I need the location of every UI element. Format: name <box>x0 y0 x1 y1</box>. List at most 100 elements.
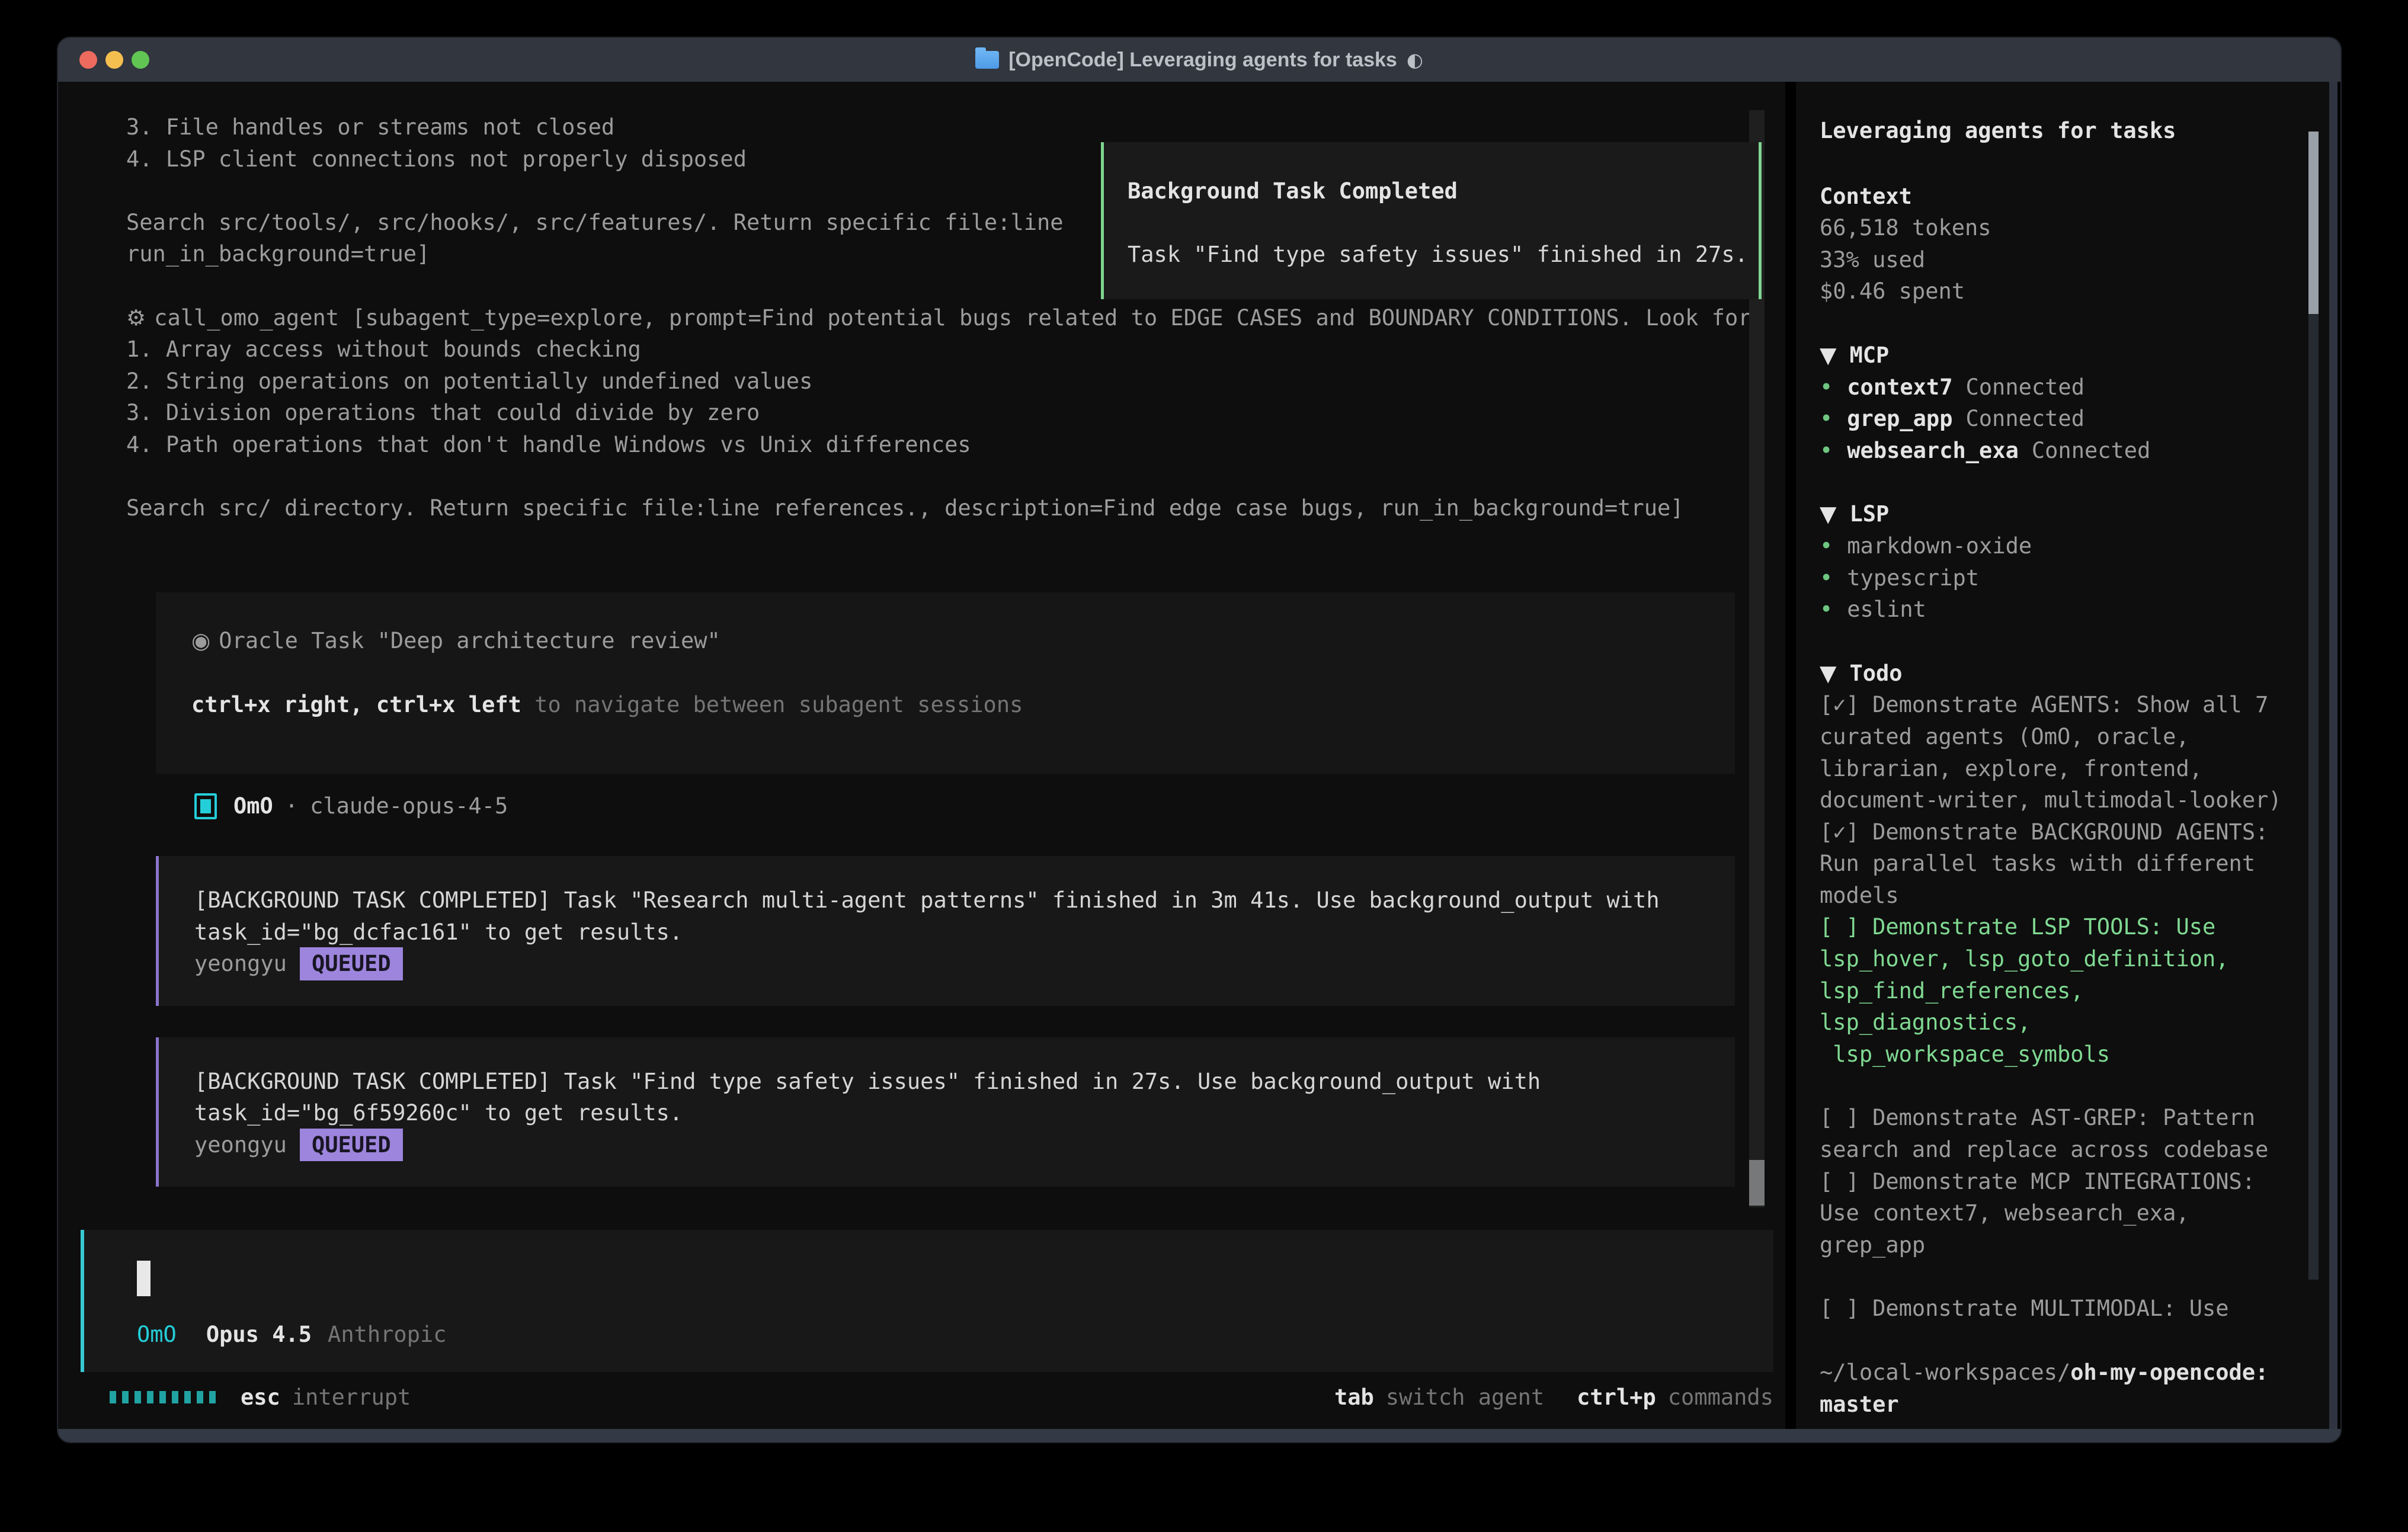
separator-dot: · <box>285 790 298 822</box>
commands-label: commands <box>1668 1384 1773 1410</box>
status-dot-icon: • <box>1820 374 1833 400</box>
oracle-shortcut-line: ctrl+x right, ctrl+x left to navigate be… <box>191 689 1735 721</box>
zoom-button[interactable] <box>132 51 149 69</box>
window-title: [OpenCode] Leveraging agents for tasks ◐ <box>975 49 1423 72</box>
mcp-item: • websearch_exa Connected <box>1820 435 2308 467</box>
esc-key-label: interrupt <box>292 1384 411 1410</box>
message-line: task_id="bg_6f59260c" to get results. <box>194 1097 1735 1129</box>
half-moon-icon: ◐ <box>1407 49 1423 71</box>
todo-item: [ ] Demonstrate LSP TOOLS: Use lsp_hover… <box>1820 911 2308 1070</box>
terminal-main-pane: 3. File handles or streams not closed 4.… <box>58 82 1785 1429</box>
folder-icon <box>975 51 999 69</box>
toast-body: Task "Find type safety issues" finished … <box>1128 239 1741 271</box>
input-provider: Anthropic <box>328 1319 446 1351</box>
tab-hint: tab switch agent <box>1334 1384 1544 1410</box>
workspace-branch: master <box>1820 1389 2308 1421</box>
status-dot-icon: • <box>1820 597 1833 622</box>
mcp-heading: MCP <box>1849 342 1889 368</box>
lsp-section-header[interactable]: ▼LSP <box>1820 498 2308 530</box>
chevron-down-icon: ▼ <box>1820 342 1836 368</box>
close-button[interactable] <box>79 51 97 69</box>
todo-item: [ ] Demonstrate MULTIMODAL: Use <box>1820 1293 2308 1325</box>
main-scrollbar-thumb[interactable] <box>1749 1160 1765 1206</box>
lsp-item: •markdown-oxide <box>1820 530 2308 562</box>
esc-key-hint: esc <box>241 1384 280 1410</box>
lsp-item: • eslint <box>1820 594 2308 626</box>
mcp-status: Connected <box>2032 438 2150 463</box>
queued-badge: QUEUED <box>300 947 403 980</box>
tool-call-line: ⚙call_omo_agent [subagent_type=explore, … <box>126 302 1750 334</box>
agent-icon <box>194 793 217 819</box>
message-line: [BACKGROUND TASK COMPLETED] Task "Resear… <box>194 884 1735 916</box>
todo-item: [✓] Demonstrate BACKGROUND AGENTS: Run p… <box>1820 816 2308 912</box>
agent-model: claude-opus-4-5 <box>310 790 508 822</box>
shortcut-hint: to navigate between subagent sessions <box>521 692 1023 717</box>
mcp-item: •context7Connected <box>1820 371 2308 403</box>
output-line: 3. File handles or streams not closed <box>126 111 1750 143</box>
workspace-path: ~/local-workspaces/oh-my-opencode: maste… <box>1820 1357 2308 1420</box>
message-line: task_id="bg_dcfac161" to get results. <box>194 916 1735 948</box>
workspace-prefix: ~/local-workspaces/ <box>1820 1360 2070 1385</box>
background-task-message: [BACKGROUND TASK COMPLETED] Task "Resear… <box>156 856 1735 1006</box>
output-line: 2. String operations on potentially unde… <box>126 366 1750 398</box>
opencode-window: [OpenCode] Leveraging agents for tasks ◐… <box>57 37 2342 1443</box>
sidebar-scrollbar-thumb[interactable] <box>2308 132 2319 314</box>
sidebar-scrollbar-track[interactable] <box>2308 314 2319 1280</box>
output-line: 3. Division operations that could divide… <box>126 397 1750 429</box>
prompt-input[interactable]: OmO Opus 4.5 Anthropic <box>81 1230 1773 1372</box>
lsp-name: typescript <box>1847 565 1979 591</box>
status-dot-icon: • <box>1820 533 1833 559</box>
mcp-item: • grep_app Connected <box>1820 403 2308 435</box>
window-title-text: [OpenCode] Leveraging agents for tasks <box>1008 49 1397 72</box>
oracle-task-panel: ◉Oracle Task "Deep architecture review" … <box>156 592 1735 774</box>
output-line: 1. Array access without bounds checking <box>126 334 1750 366</box>
agent-header-row: OmO · claude-opus-4-5 <box>194 790 1750 822</box>
background-task-message: [BACKGROUND TASK COMPLETED] Task "Find t… <box>156 1037 1735 1187</box>
status-dot-icon: • <box>1820 438 1833 463</box>
blank-line <box>126 524 1750 556</box>
output-line: Search src/ directory. Return specific f… <box>126 492 1750 524</box>
tab-key: tab <box>1334 1384 1374 1410</box>
mcp-status: Connected <box>1966 374 2084 400</box>
spinner-dots <box>110 1391 216 1403</box>
session-sidebar: Leveraging agents for tasks Context 66,5… <box>1796 82 2329 1429</box>
mcp-name: grep_app <box>1847 406 1952 431</box>
context-spent: $0.46 spent <box>1820 275 2308 307</box>
toast-title: Background Task Completed <box>1128 175 1741 207</box>
output-line: 4. Path operations that don't handle Win… <box>126 429 1750 461</box>
blank-line <box>126 461 1750 493</box>
todo-item: [ ] Demonstrate MCP INTEGRATIONS: Use co… <box>1820 1166 2308 1261</box>
oracle-task-title-line: ◉ Oracle Task "Deep architecture review" <box>191 625 1735 657</box>
chevron-down-icon: ▼ <box>1820 661 1836 686</box>
todo-section-header[interactable]: ▼Todo <box>1820 658 2308 690</box>
queued-badge: QUEUED <box>300 1129 403 1162</box>
mcp-name: websearch_exa <box>1847 438 2019 463</box>
lsp-name: eslint <box>1847 597 1926 622</box>
window-right-frame <box>2329 82 2337 1429</box>
fisheye-icon: ◉ <box>191 628 210 653</box>
context-tokens: 66,518 tokens <box>1820 212 2308 244</box>
workspace-repo: oh-my-opencode: <box>2070 1360 2268 1385</box>
message-line: [BACKGROUND TASK COMPLETED] Task "Find t… <box>194 1066 1735 1098</box>
todo-item: [✓] Demonstrate AGENTS: Show all 7 curat… <box>1820 689 2308 816</box>
context-heading: Context <box>1820 181 2308 213</box>
ctrl-p-key: ctrl+p <box>1577 1384 1656 1410</box>
context-used: 33% used <box>1820 244 2308 276</box>
status-dot-icon: • <box>1820 565 1833 591</box>
minimize-button[interactable] <box>105 51 123 69</box>
shortcut-keys: ctrl+x right, ctrl+x left <box>191 692 521 717</box>
agent-name: OmO <box>233 790 273 822</box>
mcp-section-header[interactable]: ▼ MCP <box>1820 339 2308 371</box>
background-task-toast: Background Task Completed Task "Find typ… <box>1101 142 1762 299</box>
oracle-task-title: Oracle Task "Deep architecture review" <box>219 628 720 653</box>
session-title: Leveraging agents for tasks <box>1820 115 2308 147</box>
input-meta-row: OmO Opus 4.5 Anthropic <box>137 1319 447 1351</box>
input-model: Opus 4.5 <box>206 1319 312 1351</box>
message-user: yeongyu <box>194 948 287 980</box>
lsp-item: • typescript <box>1820 562 2308 594</box>
titlebar[interactable]: [OpenCode] Leveraging agents for tasks ◐ <box>58 38 2340 82</box>
blank-line <box>191 657 1735 689</box>
status-dot-icon: • <box>1820 406 1833 431</box>
mcp-status: Connected <box>1966 406 2084 431</box>
tab-label: switch agent <box>1386 1384 1544 1410</box>
